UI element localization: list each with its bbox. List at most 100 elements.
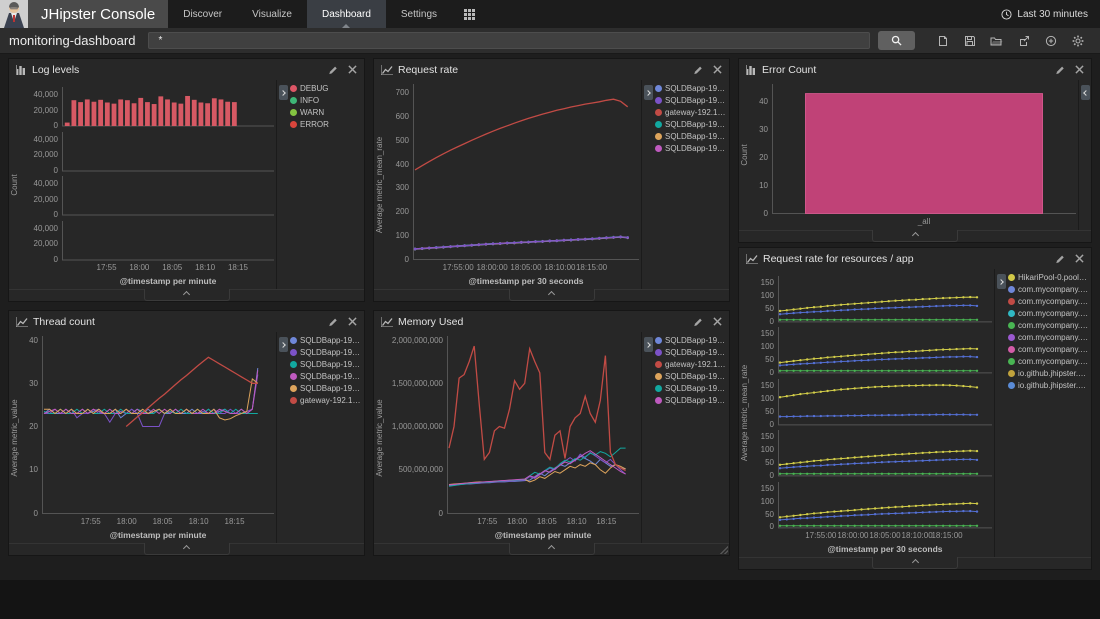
legend-collapse-button[interactable] (644, 337, 653, 352)
legend-item[interactable]: io.github.jhipster.web.r... (1008, 381, 1089, 390)
line-chart-icon (746, 254, 758, 264)
legend-item[interactable]: com.mycompany.myap... (1008, 321, 1089, 330)
close-icon[interactable] (348, 317, 357, 326)
legend-item[interactable]: SQLDBapp-192.168.4... (290, 360, 362, 369)
y-axis-tick: 20 (29, 422, 38, 431)
y-axis-tick: 0 (405, 255, 409, 264)
panel-collapse-button[interactable] (872, 230, 958, 242)
legend-collapse-button[interactable] (644, 85, 653, 100)
edit-pencil-icon[interactable] (328, 317, 338, 327)
panel-header[interactable]: Error Count (739, 59, 1091, 80)
legend-item[interactable]: SQLDBapp-192.168.4... (655, 384, 727, 393)
add-visualization-button[interactable] (1037, 31, 1064, 51)
edit-pencil-icon[interactable] (1055, 65, 1065, 75)
legend-item[interactable]: SQLDBapp-192.168.4... (655, 348, 727, 357)
share-button[interactable] (1010, 31, 1037, 51)
legend-item[interactable]: SQLDBapp-192.168.4... (655, 120, 727, 129)
y-axis-tick: 100 (761, 342, 774, 351)
close-icon[interactable] (713, 317, 722, 326)
panel-thread-count: Thread count Average metric_value 403020… (8, 310, 365, 556)
options-button[interactable] (1064, 31, 1091, 51)
edit-pencil-icon[interactable] (1055, 254, 1065, 264)
nav-item-discover[interactable]: Discover (168, 0, 237, 28)
legend-item[interactable]: com.mycompany.myap... (1008, 357, 1089, 366)
panel-collapse-button[interactable] (144, 543, 230, 555)
panel-collapse-button[interactable] (509, 543, 595, 555)
chevron-up-icon (183, 291, 190, 298)
legend-item[interactable]: com.mycompany.myap... (1008, 297, 1089, 306)
legend-item[interactable]: SQLDBapp-192.168.4... (290, 348, 362, 357)
nav-item-dashboard[interactable]: Dashboard (307, 0, 386, 28)
panel-footer (9, 289, 364, 301)
legend-item[interactable]: INFO (290, 96, 362, 105)
panel-collapse-button[interactable] (509, 289, 595, 301)
close-icon[interactable] (1075, 65, 1084, 74)
save-dashboard-button[interactable] (956, 31, 983, 51)
panel-collapse-button[interactable] (144, 289, 230, 301)
legend-color-dot (1008, 322, 1015, 329)
legend-collapse-button[interactable] (279, 337, 288, 352)
legend-item[interactable]: SQLDBapp-192.168.4... (655, 336, 727, 345)
dashboard-toolbar: monitoring-dashboard (0, 28, 1100, 54)
legend-item[interactable]: WARN (290, 108, 362, 117)
y-axis-tick: 20 (759, 153, 768, 162)
panel-header[interactable]: Request rate (374, 59, 729, 80)
legend-item[interactable]: gateway-192.168.43.8:... (655, 360, 727, 369)
apps-grid-icon[interactable] (452, 0, 487, 28)
legend-collapse-button[interactable] (279, 85, 288, 100)
legend-item[interactable]: gateway-192.168.43.8:... (290, 396, 362, 405)
brand[interactable]: JHipster Console (0, 0, 168, 28)
y-axis-tick: 100 (761, 497, 774, 506)
panel-collapse-button[interactable] (872, 557, 958, 569)
edit-pencil-icon[interactable] (328, 65, 338, 75)
legend-item[interactable]: SQLDBapp-192.168.4... (290, 336, 362, 345)
edit-pencil-icon[interactable] (693, 317, 703, 327)
legend-collapse-button[interactable] (1081, 85, 1090, 100)
legend-item[interactable]: HikariPool-0.pool.Wait (1008, 273, 1089, 282)
x-axis-label: @timestamp per minute (447, 528, 639, 543)
load-dashboard-button[interactable] (983, 31, 1010, 51)
panel-log-levels: Log levels Count 40,00020,000040,00020,0… (8, 58, 365, 302)
legend-item[interactable]: SQLDBapp-192.168.4... (655, 372, 727, 381)
legend-item[interactable]: com.mycompany.myap... (1008, 345, 1089, 354)
chart-canvas (62, 172, 274, 217)
legend-item[interactable]: com.mycompany.myap... (1008, 309, 1089, 318)
line-chart-icon (381, 65, 393, 75)
edit-pencil-icon[interactable] (693, 65, 703, 75)
legend-item[interactable]: gateway-192.168.43.8:... (655, 108, 727, 117)
legend-item[interactable]: SQLDBapp-192.168.4... (655, 96, 727, 105)
legend-item[interactable]: SQLDBapp-192.168.4... (290, 372, 362, 381)
legend-color-dot (1008, 334, 1015, 341)
close-icon[interactable] (348, 65, 357, 74)
panel-header[interactable]: Memory Used (374, 311, 729, 332)
panel-header[interactable]: Request rate for resources / app (739, 248, 1091, 269)
resize-handle[interactable] (720, 546, 728, 554)
panel-header[interactable]: Thread count (9, 311, 364, 332)
legend-item[interactable]: DEBUG (290, 84, 362, 93)
legend-item[interactable]: ERROR (290, 120, 362, 129)
chart-thread-count: 40302010017:5518:0018:0518:1018:15@times… (22, 332, 276, 543)
legend-color-dot (655, 145, 662, 152)
new-dashboard-button[interactable] (929, 31, 956, 51)
legend-item[interactable]: io.github.jhipster.web.r... (1008, 369, 1089, 378)
legend-item[interactable]: SQLDBapp-192.168.4... (655, 132, 727, 141)
chart-memory-used: 2,000,000,0001,500,000,0001,000,000,0005… (387, 332, 641, 543)
time-picker[interactable]: Last 30 minutes (1001, 0, 1100, 28)
legend-collapse-button[interactable] (997, 274, 1006, 289)
legend: HikariPool-0.pool.Wait com.mycompany.myap… (994, 269, 1091, 557)
close-icon[interactable] (1075, 254, 1084, 263)
nav-item-settings[interactable]: Settings (386, 0, 452, 28)
legend-item[interactable]: SQLDBapp-192.168.4... (290, 384, 362, 393)
query-input[interactable] (148, 32, 870, 49)
legend-item[interactable]: SQLDBapp-192.168.4... (655, 84, 727, 93)
legend-item[interactable]: SQLDBapp-192.168.4... (655, 144, 727, 153)
panel-header[interactable]: Log levels (9, 59, 364, 80)
search-button[interactable] (878, 31, 915, 50)
legend-item[interactable]: com.mycompany.myap... (1008, 333, 1089, 342)
legend-item[interactable]: SQLDBapp-192.168.4... (655, 396, 727, 405)
legend-collapsed (1078, 80, 1091, 230)
legend-color-dot (290, 337, 297, 344)
nav-item-visualize[interactable]: Visualize (237, 0, 307, 28)
close-icon[interactable] (713, 65, 722, 74)
legend-item[interactable]: com.mycompany.myap... (1008, 285, 1089, 294)
